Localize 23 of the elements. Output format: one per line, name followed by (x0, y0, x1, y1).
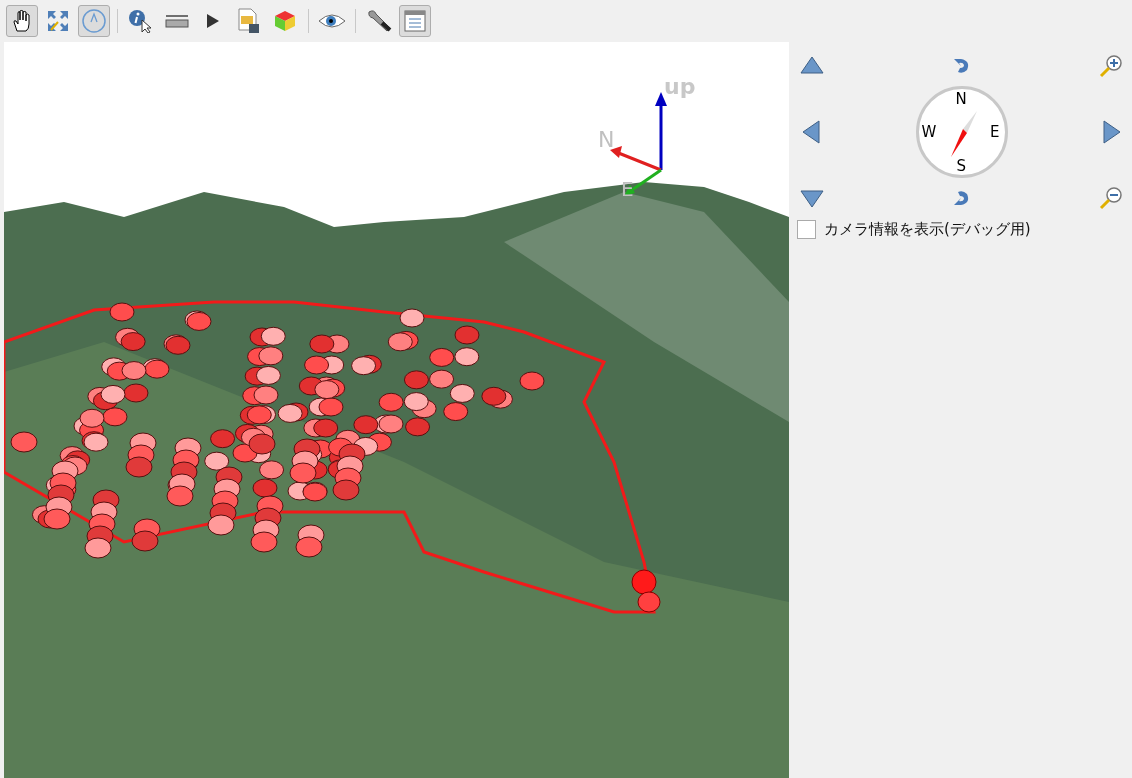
hand-icon (11, 9, 33, 33)
compass-east-label: E (990, 123, 1000, 141)
axis-label: E (621, 177, 634, 201)
pan-tool-button[interactable] (6, 5, 38, 37)
compass-circle-icon (81, 8, 107, 34)
expand-icon (46, 9, 70, 33)
wrench-icon (366, 9, 392, 33)
checkbox-label: カメラ情報を表示(デバッグ用) (824, 220, 1031, 239)
compass-west-label: W (921, 123, 937, 141)
cube-icon (273, 9, 297, 33)
compass-north-label: N (955, 90, 967, 108)
compass-south-label: S (956, 157, 967, 175)
zoom-out-button[interactable] (1098, 185, 1124, 211)
debug-checkbox[interactable] (797, 220, 816, 239)
play-icon (206, 13, 220, 29)
panel-window-icon (403, 9, 427, 33)
info-cursor-icon (128, 9, 154, 33)
axis-label: N (598, 127, 615, 152)
image-export-icon (237, 8, 261, 34)
zoom-in-button[interactable] (1098, 53, 1124, 79)
ruler-icon (165, 14, 189, 28)
eye-icon (318, 12, 346, 30)
compass-dial[interactable]: N W E S (915, 86, 1008, 178)
